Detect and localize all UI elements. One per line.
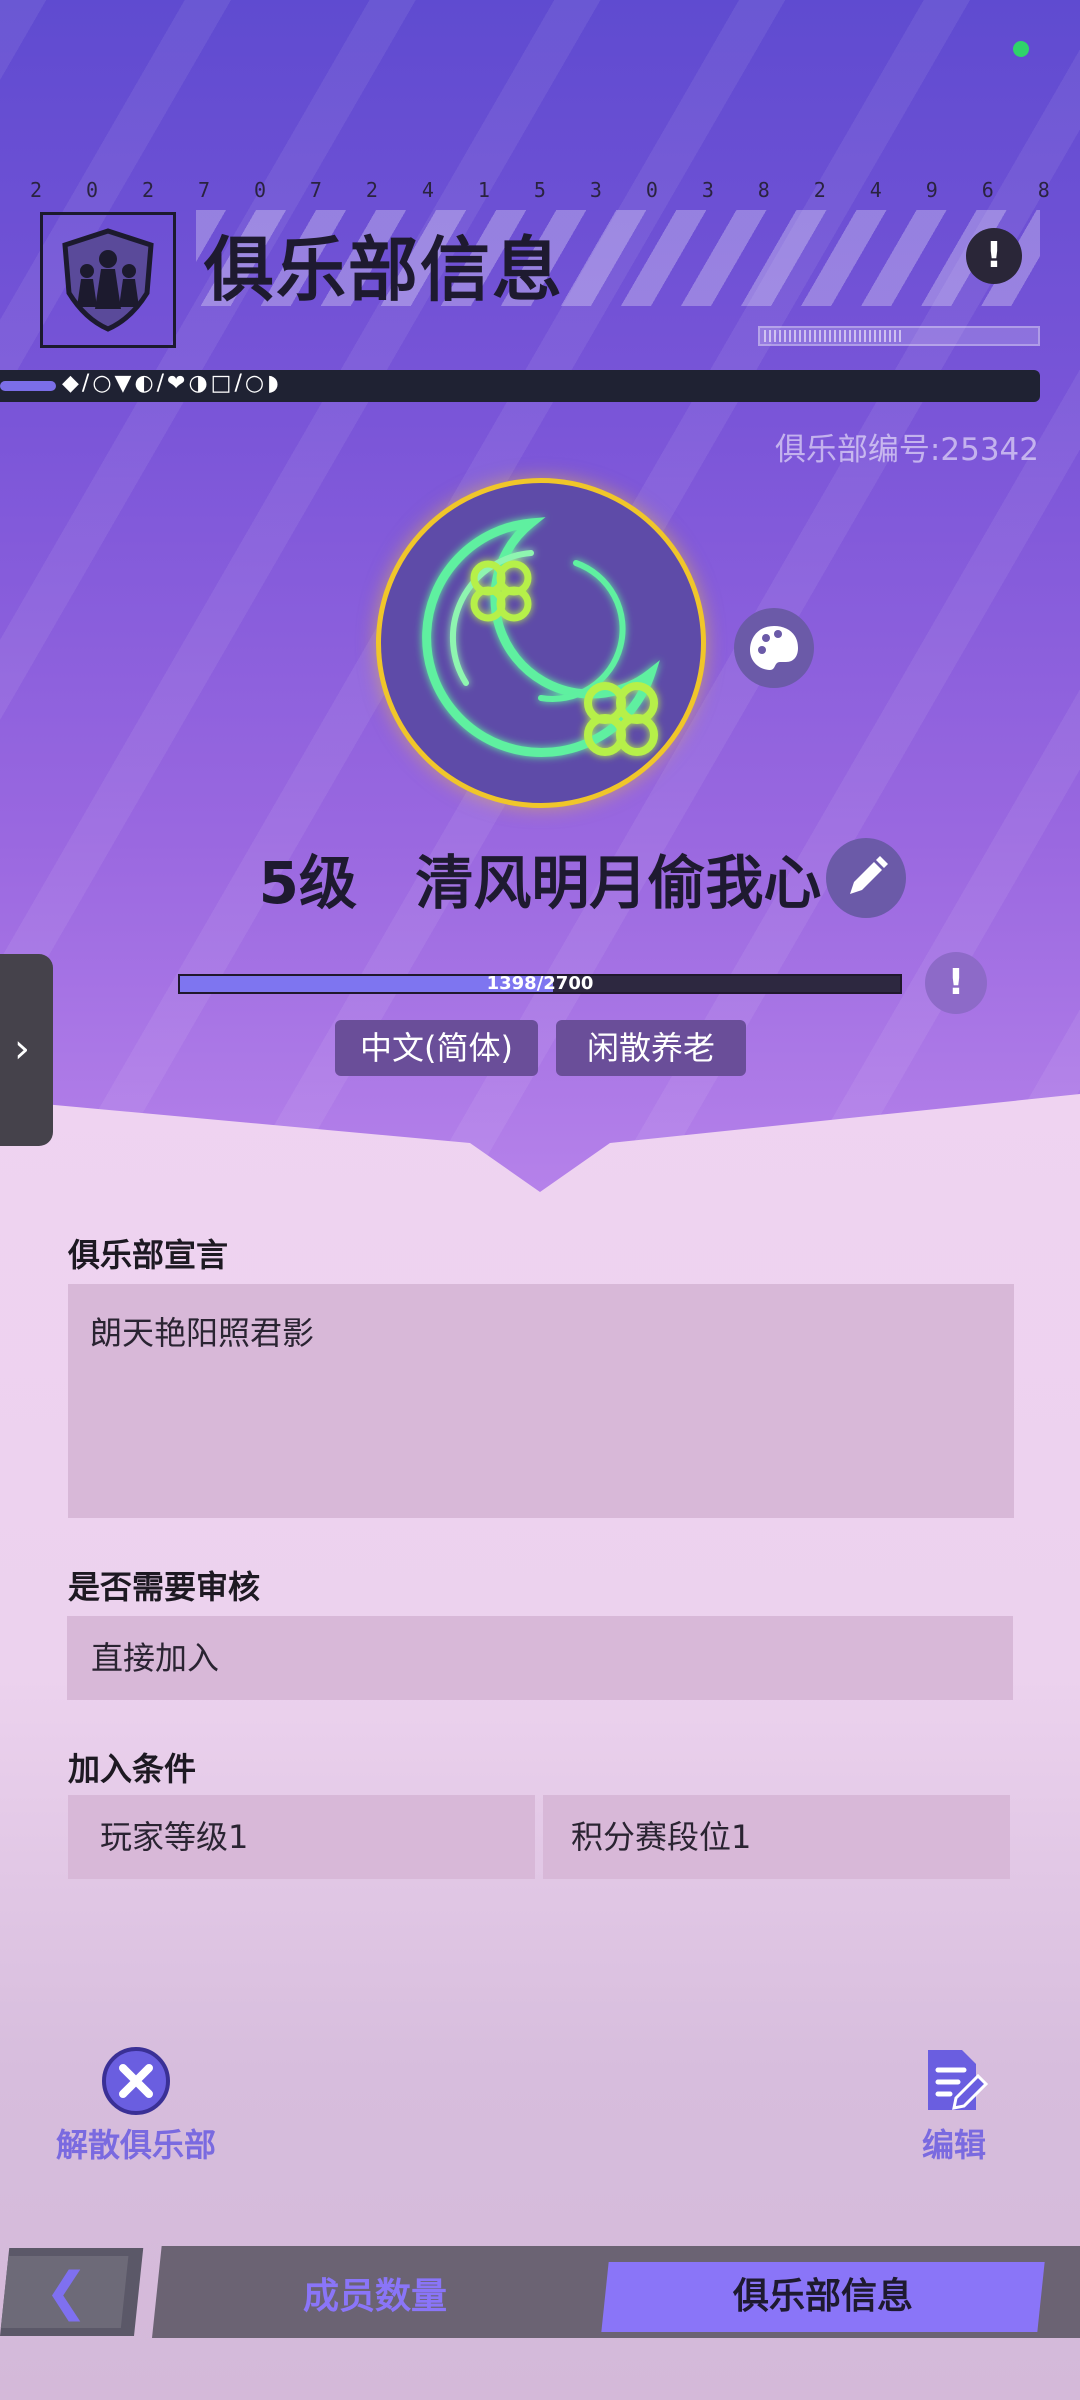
club-name-row: 5级 清风明月偷我心 [0, 836, 1080, 920]
content-background [0, 1094, 1080, 2400]
review-value: 直接加入 [91, 1639, 220, 1677]
back-button[interactable]: ❮ [0, 2248, 144, 2336]
serial-digit: 2 [813, 178, 826, 202]
club-level: 5级 [258, 849, 357, 917]
ticker-text: ◆/○▼◐/❤◑□/○◗ [62, 371, 282, 396]
condition-rank-text: 积分赛段位1 [571, 1818, 752, 1856]
serial-digits: 2 0 2 7 0 7 2 4 1 5 3 0 3 8 2 4 9 6 8 [30, 178, 1050, 202]
serial-digit: 8 [757, 178, 770, 202]
serial-digit: 5 [533, 178, 546, 202]
moon-clover-icon [422, 517, 660, 757]
club-logo [376, 478, 706, 808]
serial-digit: 8 [1037, 178, 1050, 202]
declaration-box: 朗天艳阳照君影 [68, 1284, 1014, 1518]
serial-digit: 6 [981, 178, 994, 202]
edit-document-icon [928, 2050, 989, 2110]
edit-name-button[interactable] [826, 838, 906, 918]
serial-digit: 0 [253, 178, 266, 202]
review-value-box: 直接加入 [67, 1616, 1013, 1700]
palette-icon [750, 626, 798, 670]
ticker-stub [0, 381, 56, 391]
serial-digit: 0 [645, 178, 658, 202]
style-tag: 闲散养老 [556, 1020, 746, 1076]
side-drawer-tab[interactable]: › [0, 954, 53, 1146]
change-logo-button[interactable] [734, 608, 814, 688]
back-arrow-icon: ❮ [44, 2262, 89, 2322]
edit-button[interactable]: 编辑 [894, 2044, 1014, 2166]
declaration-label: 俱乐部宣言 [68, 1236, 229, 1274]
exclamation-icon: ! [985, 235, 1003, 276]
condition-player-level: 玩家等级1 [68, 1795, 535, 1879]
exclamation-icon: ! [947, 962, 965, 1003]
ticker-bar: ◆/○▼◐/❤◑□/○◗ [0, 370, 1040, 402]
serial-digit: 4 [869, 178, 882, 202]
serial-digit: 4 [421, 178, 434, 202]
barcode-decoration [758, 326, 1040, 346]
serial-digit: 2 [30, 178, 43, 202]
disband-label: 解散俱乐部 [55, 2126, 216, 2164]
experience-info-button[interactable]: ! [925, 952, 987, 1014]
tab-club-info[interactable]: 俱乐部信息 [601, 2262, 1045, 2332]
serial-digit: 9 [925, 178, 938, 202]
serial-digit: 7 [197, 178, 210, 202]
serial-digit: 2 [365, 178, 378, 202]
info-button[interactable]: ! [966, 228, 1022, 284]
serial-digit: 3 [701, 178, 714, 202]
review-label: 是否需要审核 [68, 1568, 261, 1606]
tab-club-info-label: 俱乐部信息 [732, 2276, 913, 2317]
tab-member-count[interactable]: 成员数量 [175, 2262, 575, 2332]
club-name: 清风明月偷我心 [415, 849, 822, 917]
language-tag: 中文(简体) [335, 1020, 538, 1076]
status-dot [1013, 41, 1029, 57]
declaration-text: 朗天艳阳照君影 [90, 1314, 315, 1352]
chevron-right-icon: › [14, 1026, 30, 1072]
club-id: 俱乐部编号:25342 [774, 432, 1039, 468]
edit-label: 编辑 [921, 2126, 986, 2164]
serial-digit: 0 [85, 178, 99, 202]
serial-digit: 7 [309, 178, 322, 202]
serial-digit: 3 [589, 178, 602, 202]
page-title: 俱乐部信息 [204, 229, 564, 311]
serial-digit: 2 [141, 178, 155, 202]
disband-club-button[interactable]: 解散俱乐部 [46, 2046, 226, 2166]
condition-player-level-text: 玩家等级1 [100, 1818, 249, 1856]
club-emblem-icon [40, 212, 176, 348]
pencil-icon [850, 856, 888, 894]
condition-rank: 积分赛段位1 [543, 1795, 1010, 1879]
close-circle-icon [102, 2047, 170, 2115]
conditions-label: 加入条件 [68, 1750, 197, 1788]
experience-bar: 1398/2700 [178, 973, 902, 994]
serial-digit: 1 [477, 178, 490, 202]
experience-text: 1398/2700 [486, 973, 594, 994]
